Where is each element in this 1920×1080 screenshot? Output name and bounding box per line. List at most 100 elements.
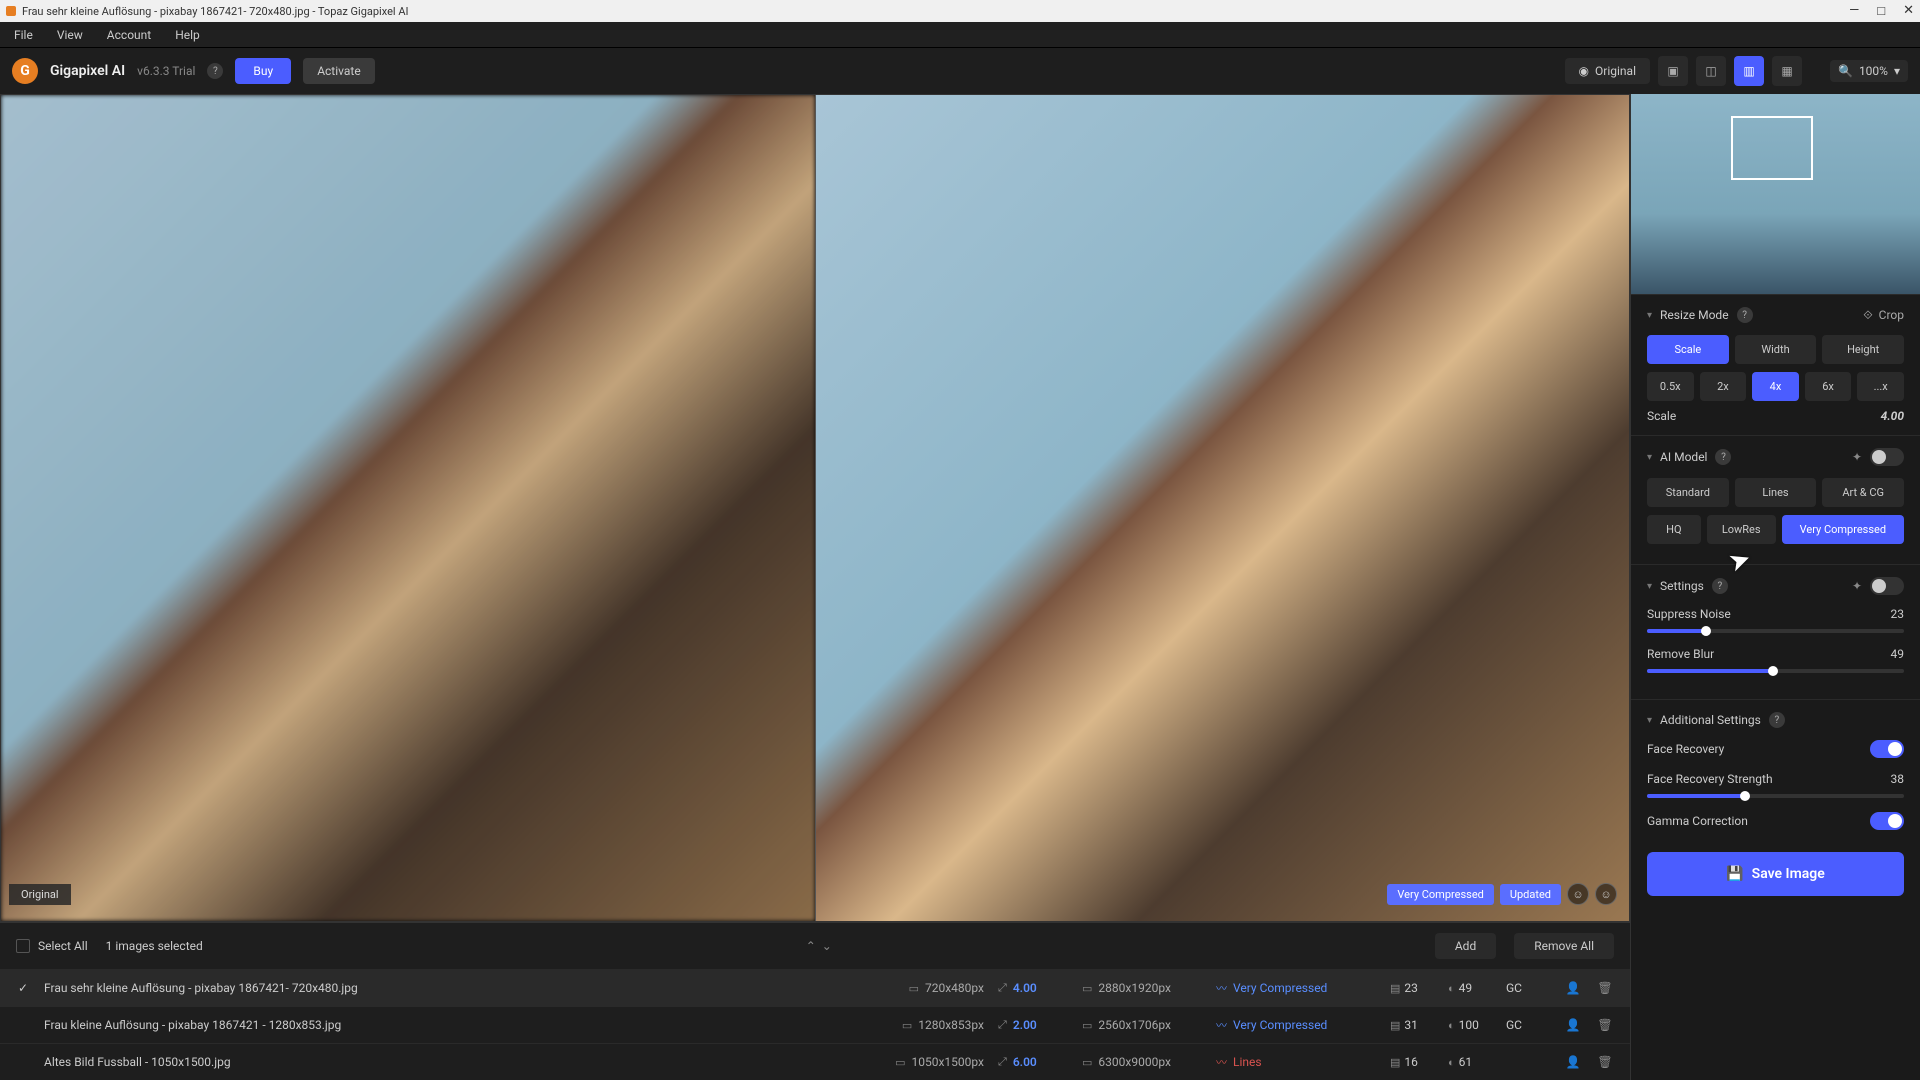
mode-height-button[interactable]: Height — [1822, 335, 1904, 364]
auto-icon: ✦ — [1852, 450, 1862, 464]
queue-collapse-toggle[interactable]: ⌃ ⌄ — [221, 939, 1417, 953]
output-dim: 2880x1920px — [1098, 981, 1171, 995]
face-strength-slider[interactable] — [1647, 794, 1904, 798]
mode-width-button[interactable]: Width — [1735, 335, 1817, 364]
compare-view[interactable]: Original Very Compressed Updated ☺ ☺ — [0, 94, 1630, 922]
ai-model-auto-toggle[interactable] — [1870, 448, 1904, 466]
settings-sidebar: ▾ Resize Mode ? ⟐ Crop Scale Width Heigh… — [1630, 94, 1920, 1080]
model-standard[interactable]: Standard — [1647, 478, 1729, 507]
buy-button[interactable]: Buy — [235, 58, 291, 84]
remove-blur-label: Remove Blur — [1647, 647, 1714, 661]
menu-file[interactable]: File — [14, 28, 33, 42]
settings-label: Settings — [1660, 579, 1704, 593]
menu-view[interactable]: View — [57, 28, 83, 42]
file-row[interactable]: Frau kleine Auflösung - pixabay 1867421 … — [0, 1006, 1630, 1043]
remove-blur-slider[interactable] — [1647, 669, 1904, 673]
select-all-checkbox[interactable]: Select All — [16, 939, 88, 953]
gamma-label: Gamma Correction — [1647, 814, 1748, 828]
face-preview-1[interactable]: ☺ — [1567, 883, 1589, 905]
blur-val: 61 — [1459, 1055, 1473, 1069]
preset-2x[interactable]: 2x — [1700, 372, 1747, 401]
gc-badge: GC — [1506, 981, 1522, 995]
help-icon[interactable]: ? — [1737, 307, 1753, 323]
updated-badge: Updated — [1500, 884, 1561, 905]
scale-label: Scale — [1647, 409, 1676, 423]
file-row[interactable]: ✓ Frau sehr kleine Auflösung - pixabay 1… — [0, 969, 1630, 1006]
auto-icon: ✦ — [1852, 579, 1862, 593]
eye-icon: ◉ — [1579, 64, 1589, 78]
chevron-down-icon[interactable]: ▾ — [1647, 310, 1652, 321]
preset-0.5x[interactable]: 0.5x — [1647, 372, 1694, 401]
model-lowres[interactable]: LowRes — [1707, 515, 1776, 544]
help-icon[interactable]: ? — [207, 63, 223, 79]
processed-image — [816, 95, 1630, 921]
chevron-up-icon: ⌃ — [806, 939, 816, 953]
preset-6x[interactable]: 6x — [1805, 372, 1852, 401]
original-toggle-button[interactable]: ◉ Original — [1565, 58, 1650, 84]
face-recovery-toggle[interactable] — [1870, 740, 1904, 758]
viewport: Original Very Compressed Updated ☺ ☺ Sel… — [0, 94, 1630, 1080]
source-dim: 720x480px — [925, 981, 984, 995]
remove-all-button[interactable]: Remove All — [1514, 933, 1614, 959]
zoom-value: 100% — [1859, 64, 1888, 78]
file-row[interactable]: Altes Bild Fussball - 1050x1500.jpg ▭105… — [0, 1043, 1630, 1080]
save-image-button[interactable]: 💾 Save Image — [1647, 852, 1904, 896]
row-checkbox[interactable] — [16, 1018, 30, 1032]
mode-scale-button[interactable]: Scale — [1647, 335, 1729, 364]
chevron-down-icon[interactable]: ▾ — [1647, 581, 1652, 592]
row-checkbox[interactable]: ✓ — [16, 981, 30, 995]
help-icon[interactable]: ? — [1769, 712, 1785, 728]
close-icon[interactable]: ✕ — [1903, 3, 1914, 19]
model-art-cg[interactable]: Art & CG — [1822, 478, 1904, 507]
preset-custom[interactable]: ...x — [1857, 372, 1904, 401]
minimize-icon[interactable]: — — [1849, 3, 1859, 19]
zoom-control[interactable]: 🔍 100% ▾ — [1830, 60, 1908, 82]
app-logo: G — [12, 58, 38, 84]
view-grid-button[interactable]: ▦ — [1772, 56, 1802, 86]
delete-icon[interactable]: 🗑 — [1596, 1018, 1614, 1032]
suppress-noise-slider[interactable] — [1647, 629, 1904, 633]
noise-val: 16 — [1404, 1055, 1418, 1069]
menu-account[interactable]: Account — [107, 28, 151, 42]
scale-icon: ⤢ — [998, 1055, 1007, 1069]
dimensions-icon: ▭ — [902, 1019, 912, 1032]
help-icon[interactable]: ? — [1712, 578, 1728, 594]
model-wave-icon: 〰 — [1216, 980, 1227, 996]
row-checkbox[interactable] — [16, 1055, 30, 1069]
delete-icon[interactable]: 🗑 — [1596, 1055, 1614, 1069]
save-icon: 💾 — [1726, 866, 1743, 882]
model-very-compressed[interactable]: Very Compressed — [1782, 515, 1904, 544]
remove-blur-value: 49 — [1891, 647, 1905, 661]
menu-help[interactable]: Help — [175, 28, 200, 42]
view-split-vert-button[interactable]: ◫ — [1696, 56, 1726, 86]
chevron-down-icon[interactable]: ▾ — [1647, 715, 1652, 726]
help-icon[interactable]: ? — [1715, 449, 1731, 465]
app-name: Gigapixel AI — [50, 63, 125, 79]
window-titlebar: Frau sehr kleine Auflösung - pixabay 186… — [0, 0, 1920, 22]
noise-icon: ▤ — [1390, 982, 1400, 995]
chevron-down-icon[interactable]: ▾ — [1647, 452, 1652, 463]
gamma-toggle[interactable] — [1870, 812, 1904, 830]
navigator-viewport-box[interactable] — [1731, 116, 1813, 180]
model-lines[interactable]: Lines — [1735, 478, 1817, 507]
face-preview-2[interactable]: ☺ — [1595, 883, 1617, 905]
navigator-thumbnail[interactable] — [1631, 94, 1920, 294]
scale-value: 6.00 — [1013, 1055, 1037, 1069]
noise-icon: ▤ — [1390, 1019, 1400, 1032]
chevron-down-icon: ▾ — [1894, 64, 1900, 78]
view-single-button[interactable]: ▣ — [1658, 56, 1688, 86]
model-wave-icon: 〰 — [1216, 1017, 1227, 1033]
settings-auto-toggle[interactable] — [1870, 577, 1904, 595]
activate-button[interactable]: Activate — [303, 58, 375, 84]
delete-icon[interactable]: 🗑 — [1596, 981, 1614, 995]
compare-left[interactable]: Original — [1, 95, 815, 921]
add-button[interactable]: Add — [1435, 933, 1496, 959]
crop-button[interactable]: ⟐ Crop — [1863, 308, 1904, 323]
maximize-icon[interactable]: □ — [1877, 3, 1885, 19]
compare-right[interactable]: Very Compressed Updated ☺ ☺ — [815, 95, 1630, 921]
noise-val: 23 — [1404, 981, 1418, 995]
view-side-by-side-button[interactable]: ▥ — [1734, 56, 1764, 86]
preset-4x[interactable]: 4x — [1752, 372, 1799, 401]
model-hq[interactable]: HQ — [1647, 515, 1701, 544]
model-name: Very Compressed — [1233, 981, 1327, 995]
